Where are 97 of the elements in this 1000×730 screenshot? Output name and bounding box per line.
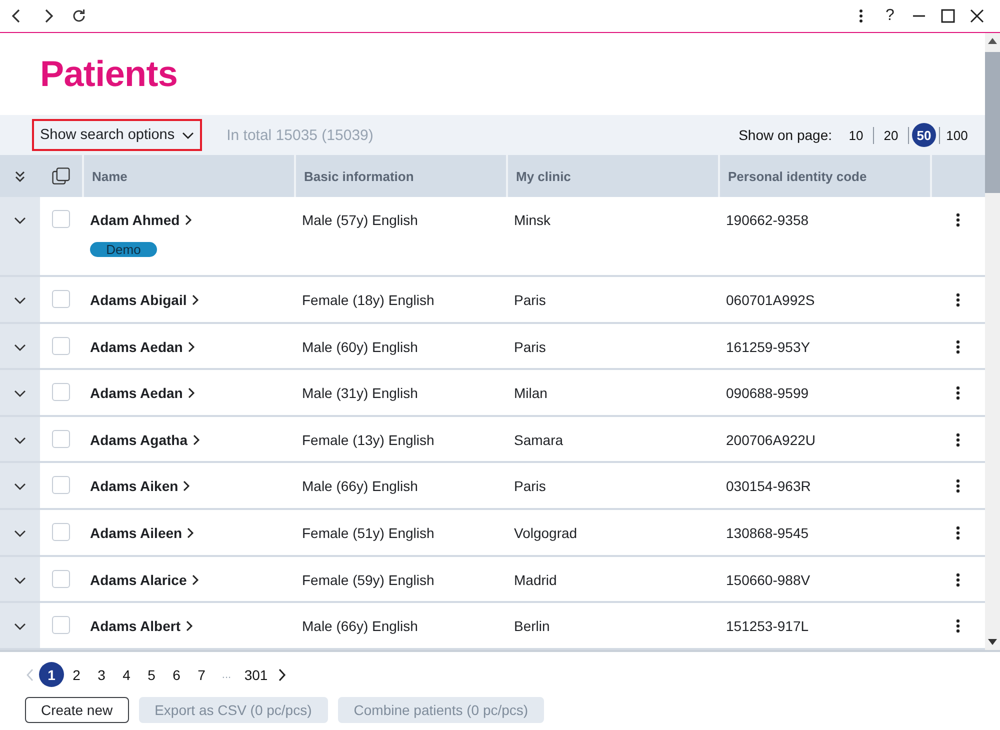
patient-name-link[interactable]: Adams Aedan bbox=[90, 338, 195, 356]
chevron-right-icon bbox=[186, 526, 194, 539]
page-button[interactable]: 2 bbox=[64, 662, 89, 687]
more-icon[interactable] bbox=[956, 619, 960, 634]
patient-name-link[interactable]: Adams Alarice bbox=[90, 570, 199, 589]
more-icon[interactable] bbox=[956, 479, 960, 494]
patient-name-link[interactable]: Adams Aileen bbox=[90, 524, 194, 542]
patient-name-link[interactable]: Adams Aedan bbox=[90, 384, 195, 402]
table-cell-text: Minsk bbox=[513, 211, 552, 230]
table-cell-text: Male (31y) English bbox=[301, 384, 419, 404]
page-button[interactable]: 3 bbox=[89, 662, 114, 687]
page-size-option[interactable]: 50 bbox=[912, 123, 936, 147]
more-icon[interactable] bbox=[956, 526, 960, 540]
caret-down-icon[interactable] bbox=[988, 639, 997, 645]
more-icon[interactable] bbox=[956, 572, 960, 587]
column-header[interactable]: Basic information bbox=[294, 155, 506, 197]
page-title: Patients bbox=[40, 53, 178, 95]
table-cell-text: Female (59y) English bbox=[301, 570, 436, 590]
table-cell-text: 150660-988V bbox=[725, 570, 812, 590]
table-cell-text: Samara bbox=[513, 430, 564, 450]
page-button[interactable]: 7 bbox=[189, 662, 214, 687]
chevron-right-icon bbox=[184, 214, 192, 226]
row-checkbox[interactable] bbox=[52, 570, 70, 588]
patient-name-link[interactable]: Adam Ahmed bbox=[90, 211, 192, 229]
chevron-right-icon bbox=[186, 340, 195, 353]
patient-tag: Demo bbox=[90, 242, 157, 257]
column-header[interactable]: Name bbox=[82, 155, 294, 197]
table-cell-text: Male (66y) English bbox=[301, 477, 419, 496]
chevron-right-icon bbox=[192, 434, 200, 446]
table-cell-text: 090688-9599 bbox=[725, 384, 810, 404]
table-cell-text: 030154-963R bbox=[725, 477, 812, 496]
page-ellipsis: ... bbox=[220, 668, 232, 680]
more-icon[interactable] bbox=[956, 340, 960, 354]
chevron-right-icon bbox=[182, 480, 190, 492]
total-count: In total 15035 (15039) bbox=[226, 126, 374, 144]
double-chevron-icon[interactable] bbox=[13, 169, 27, 183]
table-cell-text: 060701A992S bbox=[725, 291, 816, 310]
more-icon[interactable] bbox=[956, 213, 960, 227]
table-cell-text: 130868-9545 bbox=[725, 524, 810, 543]
table-cell-text: 200706A922U bbox=[725, 430, 817, 450]
maximize-icon[interactable] bbox=[939, 7, 957, 25]
page-size-option[interactable]: 20 bbox=[877, 123, 905, 147]
row-checkbox[interactable] bbox=[52, 383, 70, 402]
page-button[interactable]: 301 bbox=[239, 662, 273, 687]
table-cell-text: Male (66y) English bbox=[301, 617, 419, 636]
table-cell-text: Male (57y) English bbox=[301, 211, 419, 230]
patient-name-link[interactable]: Adams Abigail bbox=[90, 291, 199, 309]
table-cell-text: Milan bbox=[513, 384, 548, 404]
copy-icon[interactable] bbox=[52, 167, 70, 185]
table-cell-text: Berlin bbox=[513, 617, 551, 636]
table-cell-text: Paris bbox=[513, 291, 547, 310]
patient-name-link[interactable]: Adams Agatha bbox=[90, 430, 200, 449]
column-header[interactable]: My clinic bbox=[506, 155, 718, 197]
table-cell-text: 161259-953Y bbox=[725, 338, 812, 357]
scrollbar[interactable] bbox=[985, 33, 1000, 650]
page-size-label: Show on page: bbox=[738, 127, 832, 143]
more-icon[interactable] bbox=[956, 432, 960, 447]
page-size-option[interactable]: 10 bbox=[842, 123, 870, 147]
row-checkbox[interactable] bbox=[52, 290, 70, 308]
table-cell-text: 190662-9358 bbox=[725, 211, 810, 230]
close-icon[interactable] bbox=[968, 7, 986, 25]
table-cell-text: Madrid bbox=[513, 570, 558, 590]
column-header[interactable]: Personal identity code bbox=[718, 155, 930, 197]
table-cell-text: 151253-917L bbox=[725, 617, 810, 636]
page-button[interactable]: 1 bbox=[39, 662, 64, 687]
row-checkbox[interactable] bbox=[52, 616, 70, 634]
table-cell-text: Paris bbox=[513, 477, 547, 496]
page-button[interactable]: 4 bbox=[114, 662, 139, 687]
chevron-right-icon bbox=[278, 668, 286, 682]
more-icon[interactable] bbox=[956, 293, 960, 307]
table-cell-text: Female (51y) English bbox=[301, 524, 436, 543]
more-icon[interactable] bbox=[956, 386, 960, 400]
row-checkbox[interactable] bbox=[52, 210, 70, 228]
table-cell-text: Paris bbox=[513, 338, 547, 357]
table-cell-text: Volgograd bbox=[513, 524, 578, 543]
table-cell-text: Female (13y) English bbox=[301, 430, 436, 450]
search-options-toggle[interactable]: Show search options bbox=[32, 119, 202, 151]
caret-up-icon[interactable] bbox=[988, 38, 997, 44]
action-button[interactable]: Create new bbox=[25, 697, 129, 723]
row-checkbox[interactable] bbox=[52, 476, 70, 494]
chevron-right-icon bbox=[190, 294, 199, 306]
table-cell-text: Male (60y) English bbox=[301, 338, 419, 357]
chevron-left-icon bbox=[26, 668, 34, 682]
table-cell-text: Female (18y) English bbox=[301, 291, 436, 310]
row-checkbox[interactable] bbox=[52, 522, 70, 541]
chevron-right-icon bbox=[186, 387, 195, 400]
page-button[interactable]: 5 bbox=[139, 662, 164, 687]
chevron-right-icon bbox=[184, 620, 193, 632]
row-checkbox[interactable] bbox=[52, 336, 70, 355]
chevron-right-icon bbox=[190, 574, 199, 586]
scrollbar-thumb[interactable] bbox=[985, 52, 1000, 193]
page-button[interactable]: 6 bbox=[164, 662, 189, 687]
row-checkbox[interactable] bbox=[52, 430, 70, 448]
page-size-option[interactable]: 100 bbox=[943, 123, 971, 147]
patient-name-link[interactable]: Adams Aiken bbox=[90, 477, 190, 496]
help-button[interactable]: ? bbox=[881, 7, 899, 25]
patient-name-link[interactable]: Adams Albert bbox=[90, 617, 193, 636]
